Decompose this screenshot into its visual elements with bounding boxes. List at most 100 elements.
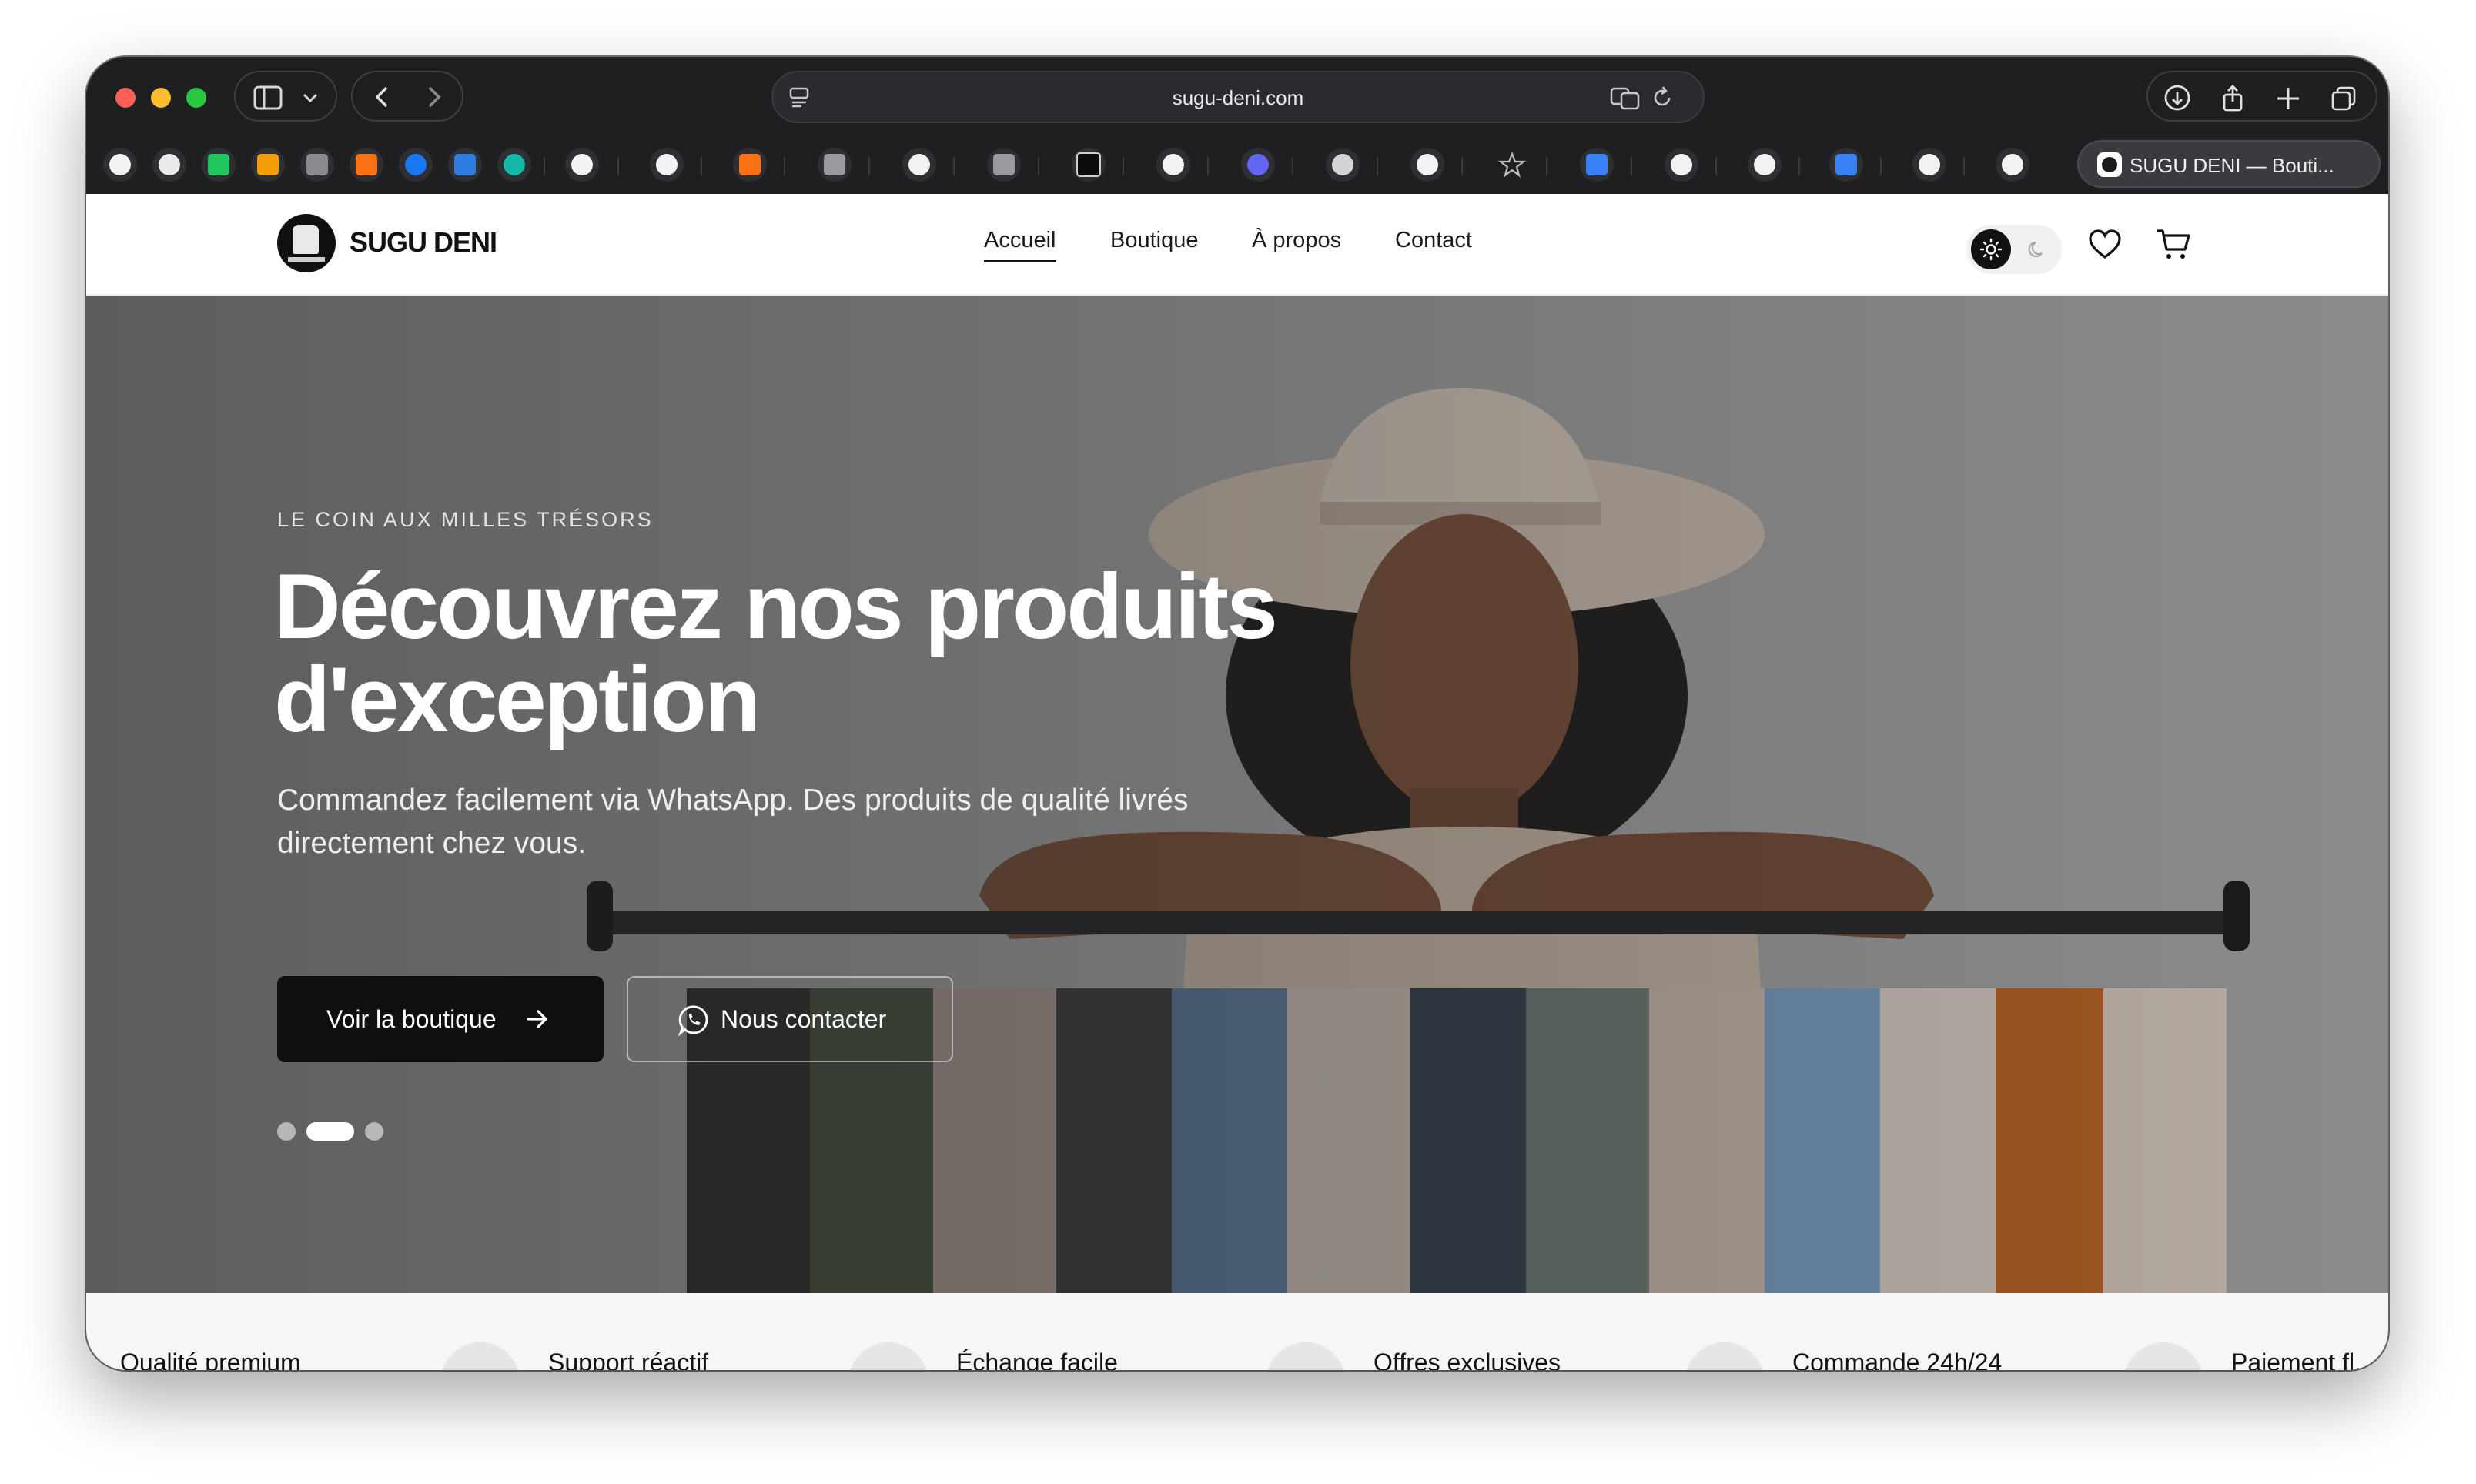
feature-offers: Offres exclusives [1374, 1349, 1561, 1370]
arrow-right-icon [527, 1010, 548, 1028]
nav-boutique[interactable]: Boutique [1110, 228, 1199, 253]
tab-separator [1038, 157, 1039, 175]
tab-refresh-icon[interactable] [1996, 148, 2029, 182]
tab-terminal-icon[interactable] [1072, 148, 1106, 182]
wishlist-heart-icon[interactable] [2088, 229, 2122, 260]
tab-separator [701, 157, 702, 175]
carousel-dot-3[interactable] [365, 1122, 383, 1141]
shop-button-label: Voir la boutique [326, 1005, 497, 1033]
feature-order-24h: Commande 24h/24 [1792, 1349, 2003, 1370]
hero-title-line-2: d'exception [274, 648, 761, 751]
tab-puzzle-icon[interactable] [1580, 148, 1614, 182]
pinned-tab-n-logo-icon[interactable] [202, 148, 236, 182]
hero-subtitle-line-2: directement chez vous. [277, 827, 587, 860]
feature-offers-icon [1266, 1342, 1346, 1370]
share-icon[interactable] [2217, 83, 2248, 114]
carousel-dot-1[interactable] [277, 1122, 296, 1141]
tab-refresh-icon[interactable] [1665, 148, 1698, 182]
tab-openai-icon[interactable] [1326, 148, 1360, 182]
back-icon[interactable] [370, 83, 396, 111]
hero-title: Découvrez nos produits d'exception [274, 560, 1429, 747]
tab-separator [1292, 157, 1293, 175]
site-favicon-icon [2097, 152, 2122, 177]
hero-section: LE COIN AUX MILLES TRÉSORS Découvrez nos… [86, 296, 2388, 1293]
pinned-tab-triangle-icon[interactable] [103, 148, 137, 182]
tab-separator [953, 157, 955, 175]
history-nav [351, 71, 463, 122]
pinned-tab-facebook-icon[interactable] [399, 148, 433, 182]
tab-refresh-icon[interactable] [1748, 148, 1782, 182]
tab-star-icon[interactable] [1495, 148, 1529, 182]
minimize-window-button[interactable] [151, 88, 171, 108]
feature-support: Support réactif [548, 1349, 709, 1370]
tab-triangle-icon[interactable] [565, 148, 599, 182]
downloads-icon[interactable] [2162, 83, 2193, 114]
hero-subtitle-line-1: Commandez facilement via WhatsApp. Des p… [277, 784, 1189, 817]
tab-separator [1715, 157, 1717, 175]
feature-exchange-icon [848, 1342, 928, 1370]
hero-title-line-1: Découvrez nos produits [274, 555, 1278, 658]
tab-separator [1377, 157, 1378, 175]
tab-puzzle-icon[interactable] [1829, 148, 1863, 182]
cart-icon[interactable] [2156, 228, 2191, 262]
pinned-tab-g-icon[interactable] [300, 148, 334, 182]
tab-s-icon[interactable] [987, 148, 1021, 182]
sidebar-toggle-button[interactable] [234, 71, 337, 122]
sun-icon [1979, 238, 2003, 261]
address-bar[interactable]: sugu-deni.com [771, 71, 1705, 123]
active-tab[interactable]: SUGU DENI — Bouti... [2077, 140, 2381, 188]
zoom-window-button[interactable] [186, 88, 206, 108]
feature-order-icon [1685, 1342, 1765, 1370]
translate-icon[interactable] [1609, 85, 1641, 111]
tab-separator [1963, 157, 1965, 175]
theme-toggle[interactable] [1966, 225, 2062, 274]
brand-name[interactable]: SUGU DENI [350, 226, 497, 259]
tab-google-icon[interactable] [902, 148, 936, 182]
tab-separator [1207, 157, 1209, 175]
tab-pentagon-icon[interactable] [1241, 148, 1275, 182]
tab-refresh-icon[interactable] [1912, 148, 1946, 182]
tab-flame-icon[interactable] [733, 148, 767, 182]
nav-contact[interactable]: Contact [1395, 228, 1472, 253]
tab-refresh-icon[interactable] [1156, 148, 1190, 182]
pinned-tabs-bar [86, 137, 2388, 194]
site-header: SUGU DENI Accueil Boutique À propos Cont… [86, 194, 2388, 296]
close-window-button[interactable] [115, 88, 136, 108]
brand-logo-icon[interactable] [277, 214, 336, 272]
url-text: sugu-deni.com [1172, 86, 1304, 109]
browser-titlebar: sugu-deni.com SUGU DENI — Bouti... [86, 57, 2388, 194]
nav-accueil[interactable]: Accueil [984, 228, 1056, 262]
carousel-dot-2-active[interactable] [306, 1122, 354, 1141]
forward-icon[interactable] [420, 83, 447, 111]
sidebar-icon [253, 85, 283, 110]
moon-icon [2028, 241, 2043, 258]
tab-separator [784, 157, 785, 175]
tab-overview-icon[interactable] [2328, 83, 2359, 114]
tab-separator [1546, 157, 1548, 175]
theme-toggle-knob [1971, 229, 2011, 269]
shop-button[interactable]: Voir la boutique [277, 976, 604, 1062]
tab-separator [1798, 157, 1800, 175]
contact-us-button-label: Nous contacter [721, 1005, 887, 1033]
new-tab-icon[interactable] [2273, 83, 2304, 114]
tab-github-icon[interactable] [650, 148, 684, 182]
tab-separator [868, 157, 870, 175]
hero-subtitle: Commandez facilement via WhatsApp. Des p… [277, 779, 1370, 865]
pinned-tab-globe-icon[interactable] [497, 148, 531, 182]
feature-payment-icon [2123, 1342, 2203, 1370]
toolbar-actions [2146, 71, 2377, 122]
pinned-tab-bing-icon[interactable] [448, 148, 482, 182]
tab-refresh-icon[interactable] [1410, 148, 1444, 182]
tab-separator [1631, 157, 1632, 175]
contact-us-button[interactable]: Nous contacter [627, 976, 953, 1062]
tab-l-icon[interactable] [818, 148, 852, 182]
feature-exchange: Échange facile [956, 1349, 1118, 1370]
pinned-tab-flame-icon[interactable] [350, 148, 383, 182]
features-strip: Qualité premium Support réactif Échange … [86, 1293, 2388, 1370]
whatsapp-icon [678, 1005, 708, 1036]
nav-a-propos[interactable]: À propos [1252, 228, 1341, 253]
reload-icon[interactable] [1649, 85, 1675, 111]
pinned-tab-circle-icon[interactable] [152, 148, 186, 182]
feature-quality: Qualité premium [120, 1349, 301, 1370]
pinned-tab-bar-chart-icon[interactable] [251, 148, 285, 182]
